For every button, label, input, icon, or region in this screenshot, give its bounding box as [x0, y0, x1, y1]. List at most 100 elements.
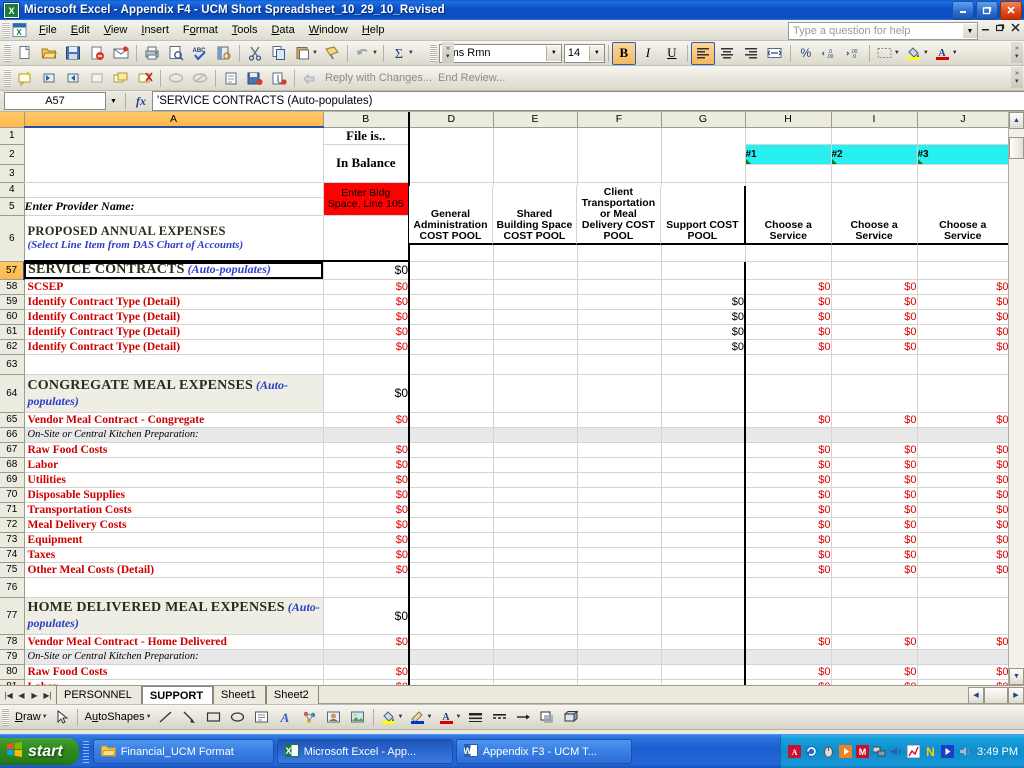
cell-E62[interactable]	[493, 339, 578, 355]
autoshapes-dropdown-arrow[interactable]: ▼	[146, 714, 154, 720]
cell-H66[interactable]	[745, 427, 832, 443]
cell-J69[interactable]: $0	[917, 472, 1008, 488]
cell-J65[interactable]: $0	[917, 412, 1008, 428]
cell-E63[interactable]	[493, 354, 578, 375]
cell-G61[interactable]: $0	[661, 324, 746, 340]
menu-insert[interactable]: Insert	[134, 22, 176, 38]
cell-E69[interactable]	[493, 472, 578, 488]
sheet-tab-sheet1[interactable]: Sheet1	[213, 686, 266, 704]
cell-D78[interactable]	[409, 634, 494, 650]
cell-J67[interactable]: $0	[917, 442, 1008, 458]
cell-H78[interactable]: $0	[745, 634, 832, 650]
font-color-draw-arrow[interactable]: ▼	[455, 714, 463, 720]
menu-window[interactable]: Window	[302, 22, 355, 38]
cell-F76[interactable]	[577, 577, 662, 598]
volume-tray-icon[interactable]	[889, 745, 903, 759]
cell-F1[interactable]	[577, 127, 662, 183]
cell-D58[interactable]	[409, 279, 494, 295]
cell-A65[interactable]: Vendor Meal Contract - Congregate	[24, 412, 324, 428]
cell-J58[interactable]: $0	[917, 279, 1008, 295]
cell-I77[interactable]	[831, 597, 918, 635]
cell-G68[interactable]	[661, 457, 746, 473]
row-header-3[interactable]: 3	[0, 164, 25, 183]
acrobat-tray-icon[interactable]: A	[787, 745, 801, 759]
row-header-74[interactable]: 74	[0, 547, 25, 563]
cell-I61[interactable]: $0	[831, 324, 918, 340]
row-header-79[interactable]: 79	[0, 649, 25, 665]
column-header-F[interactable]: F	[577, 112, 662, 128]
previous-comment-icon[interactable]	[37, 67, 61, 90]
cell-H73[interactable]: $0	[745, 532, 832, 548]
cell-G67[interactable]	[661, 442, 746, 458]
cell-A4[interactable]	[24, 182, 324, 198]
cell-H60[interactable]: $0	[745, 309, 832, 325]
row-header-71[interactable]: 71	[0, 502, 25, 518]
cell-F58[interactable]	[577, 279, 662, 295]
cell-J72[interactable]: $0	[917, 517, 1008, 533]
cell-J3[interactable]	[917, 164, 1008, 183]
cell-J78[interactable]: $0	[917, 634, 1008, 650]
chevron-down-icon[interactable]: ▼	[963, 24, 977, 38]
cell-H68[interactable]: $0	[745, 457, 832, 473]
row-header-58[interactable]: 58	[0, 279, 25, 295]
cell-E66[interactable]	[493, 427, 578, 443]
italic-button[interactable]: I	[636, 42, 660, 65]
cell-E61[interactable]	[493, 324, 578, 340]
cell-H74[interactable]: $0	[745, 547, 832, 563]
cell-A58[interactable]: SCSEP	[24, 279, 324, 295]
cell-D77[interactable]	[409, 597, 494, 635]
cell-F60[interactable]	[577, 309, 662, 325]
row-header-78[interactable]: 78	[0, 634, 25, 650]
save-icon[interactable]	[61, 42, 85, 65]
hscroll-left-button[interactable]: ◀	[968, 686, 984, 704]
cell-A74[interactable]: Taxes	[24, 547, 324, 563]
norton-tray-icon[interactable]: N	[923, 745, 937, 759]
cell-D57[interactable]	[409, 262, 494, 280]
cell-G73[interactable]	[661, 532, 746, 548]
cell-B57[interactable]: $0	[323, 262, 410, 280]
cell-A80[interactable]: Raw Food Costs	[24, 664, 324, 680]
menu-format[interactable]: Format	[176, 22, 225, 38]
cell-G74[interactable]	[661, 547, 746, 563]
column-header-I[interactable]: I	[831, 112, 918, 128]
cell-D74[interactable]	[409, 547, 494, 563]
cell-A60[interactable]: Identify Contract Type (Detail)	[24, 309, 324, 325]
cell-D6-pool[interactable]: General Administration COST POOL	[409, 186, 493, 245]
menu-help[interactable]: Help	[355, 22, 392, 38]
column-header-A[interactable]: A	[24, 112, 324, 128]
row-header-59[interactable]: 59	[0, 294, 25, 310]
cell-A75[interactable]: Other Meal Costs (Detail)	[24, 562, 324, 578]
cell-J73[interactable]: $0	[917, 532, 1008, 548]
cell-A57[interactable]: SERVICE CONTRACTS (Auto-populates)	[24, 262, 324, 280]
cell-D72[interactable]	[409, 517, 494, 533]
align-right-button[interactable]	[739, 42, 763, 65]
cell-I72[interactable]: $0	[831, 517, 918, 533]
cell-G65[interactable]	[661, 412, 746, 428]
attach-icon[interactable]	[267, 67, 291, 90]
diagram-icon[interactable]	[298, 706, 322, 729]
cell-G1[interactable]	[661, 127, 746, 183]
cell-A6-proposed-expenses[interactable]: PROPOSED ANNUAL EXPENSES (Select Line It…	[24, 215, 324, 262]
cell-G64[interactable]	[661, 374, 746, 413]
cell-J1[interactable]	[917, 127, 1008, 145]
cell-E74[interactable]	[493, 547, 578, 563]
cell-B72[interactable]: $0	[323, 517, 410, 533]
row-header-68[interactable]: 68	[0, 457, 25, 473]
cell-E76[interactable]	[493, 577, 578, 598]
cell-I57[interactable]	[831, 262, 918, 280]
cell-A70[interactable]: Disposable Supplies	[24, 487, 324, 503]
cell-I2[interactable]: #2	[831, 144, 918, 165]
tab-nav-first-icon[interactable]: |◀	[2, 691, 15, 700]
cell-D69[interactable]	[409, 472, 494, 488]
new-icon[interactable]	[13, 42, 37, 65]
borders-dropdown-arrow[interactable]: ▼	[894, 50, 902, 56]
show-hide-comment-icon[interactable]	[85, 67, 109, 90]
cell-H77[interactable]	[745, 597, 832, 635]
cell-F68[interactable]	[577, 457, 662, 473]
cell-F71[interactable]	[577, 502, 662, 518]
new-comment-icon[interactable]	[13, 67, 37, 90]
cell-D65[interactable]	[409, 412, 494, 428]
cell-E64[interactable]	[493, 374, 578, 413]
cell-I65[interactable]: $0	[831, 412, 918, 428]
cell-J75[interactable]: $0	[917, 562, 1008, 578]
